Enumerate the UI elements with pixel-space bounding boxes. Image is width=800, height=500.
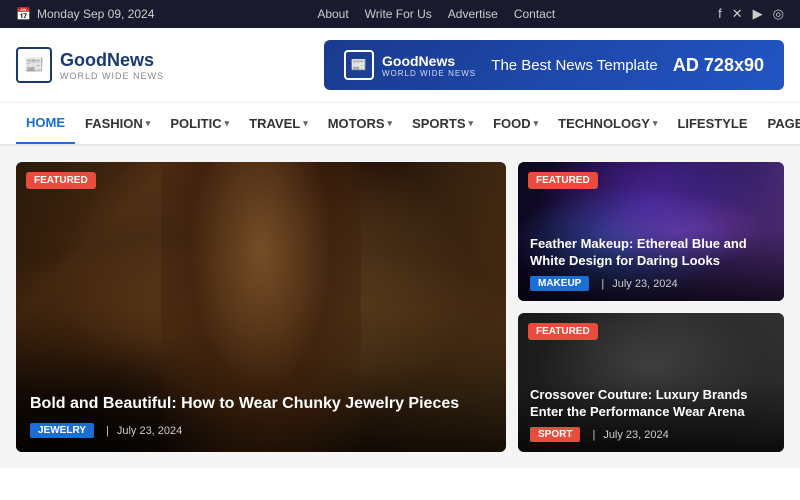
card-date: July 23, 2024 [117, 425, 182, 437]
chevron-down-icon: ▾ [469, 118, 474, 129]
side-card-1-title: Feather Makeup: Ethereal Blue and White … [530, 236, 772, 270]
ad-logo-icon: 📰 [344, 50, 374, 80]
write-for-us-link[interactable]: Write For Us [365, 7, 432, 21]
ad-code: AD 728x90 [673, 55, 764, 76]
card-meta-2: SPORT | July 23, 2024 [530, 427, 772, 442]
main-nav: HOME FASHION ▾ POLITIC ▾ TRAVEL ▾ MOTORS… [0, 103, 800, 146]
chevron-down-icon: ▾ [534, 118, 539, 129]
twitter-x-icon[interactable]: ✕ [732, 6, 743, 22]
ad-tagline: The Best News Template [488, 57, 661, 74]
top-bar-date: 📅 Monday Sep 09, 2024 [16, 7, 154, 21]
date-text: Monday Sep 09, 2024 [37, 7, 154, 21]
category-badge[interactable]: JEWELRY [30, 423, 94, 438]
side-card-2-content: Crossover Couture: Luxury Brands Enter t… [518, 377, 784, 452]
chevron-down-icon: ▾ [388, 118, 393, 129]
nav-food[interactable]: FOOD ▾ [483, 104, 548, 143]
side-cards: Featured Feather Makeup: Ethereal Blue a… [518, 162, 784, 452]
logo[interactable]: 📰 GoodNews WORLD WIDE NEWS [16, 47, 164, 83]
ad-sub: WORLD WIDE NEWS [382, 69, 476, 78]
header: 📰 GoodNews WORLD WIDE NEWS 📰 GoodNews WO… [0, 28, 800, 103]
nav-politic[interactable]: POLITIC ▾ [160, 104, 239, 143]
about-link[interactable]: About [317, 7, 348, 21]
nav-fashion[interactable]: FASHION ▾ [75, 104, 160, 143]
nav-motors[interactable]: MOTORS ▾ [318, 104, 402, 143]
chevron-down-icon: ▾ [146, 118, 151, 129]
ad-banner: 📰 GoodNews WORLD WIDE NEWS The Best News… [324, 40, 784, 90]
featured-side-card-2[interactable]: Featured Crossover Couture: Luxury Brand… [518, 313, 784, 452]
contact-link[interactable]: Contact [514, 7, 555, 21]
big-card-title: Bold and Beautiful: How to Wear Chunky J… [30, 394, 492, 415]
card-date-2: July 23, 2024 [603, 429, 668, 441]
side-card-1-content: Feather Makeup: Ethereal Blue and White … [518, 226, 784, 301]
chevron-down-icon: ▾ [303, 118, 308, 129]
chevron-down-icon: ▾ [225, 118, 230, 129]
top-bar-nav: About Write For Us Advertise Contact [317, 7, 555, 21]
nav-lifestyle[interactable]: LIFESTYLE [667, 104, 757, 143]
nav-sports[interactable]: SPORTS ▾ [402, 104, 483, 143]
social-icons: f ✕ ▶ ◎ [718, 6, 784, 22]
ad-logo: 📰 GoodNews WORLD WIDE NEWS [344, 50, 476, 80]
chevron-down-icon: ▾ [653, 118, 658, 129]
nav-pages[interactable]: PAGES ▾ [758, 104, 800, 143]
calendar-icon: 📅 [16, 7, 31, 21]
nav-technology[interactable]: TECHNOLOGY ▾ [548, 104, 667, 143]
featured-badge-2: Featured [528, 323, 598, 340]
logo-icon: 📰 [16, 47, 52, 83]
featured-big-card[interactable]: Featured Bold and Beautiful: How to Wear… [16, 162, 506, 452]
featured-badge: Featured [26, 172, 96, 189]
facebook-icon[interactable]: f [718, 6, 722, 22]
ad-brand: GoodNews [382, 53, 476, 69]
nav-items: HOME FASHION ▾ POLITIC ▾ TRAVEL ▾ MOTORS… [16, 103, 800, 144]
top-bar: 📅 Monday Sep 09, 2024 About Write For Us… [0, 0, 800, 28]
card-meta: JEWELRY | July 23, 2024 [30, 423, 492, 438]
card-meta-1: MAKEUP | July 23, 2024 [530, 276, 772, 291]
main-content: Featured Bold and Beautiful: How to Wear… [0, 146, 800, 468]
logo-text: GoodNews WORLD WIDE NEWS [60, 50, 164, 81]
nav-home[interactable]: HOME [16, 103, 75, 144]
category-badge-1[interactable]: MAKEUP [530, 276, 589, 291]
logo-brand: GoodNews [60, 50, 164, 71]
side-card-2-title: Crossover Couture: Luxury Brands Enter t… [530, 387, 772, 421]
ad-logo-text: GoodNews WORLD WIDE NEWS [382, 53, 476, 78]
category-badge-2[interactable]: SPORT [530, 427, 580, 442]
advertise-link[interactable]: Advertise [448, 7, 498, 21]
featured-badge-1: Featured [528, 172, 598, 189]
logo-sub: WORLD WIDE NEWS [60, 71, 164, 81]
featured-side-card-1[interactable]: Featured Feather Makeup: Ethereal Blue a… [518, 162, 784, 301]
big-card-content: Bold and Beautiful: How to Wear Chunky J… [16, 380, 506, 452]
youtube-icon[interactable]: ▶ [753, 6, 763, 22]
instagram-icon[interactable]: ◎ [773, 6, 784, 22]
nav-travel[interactable]: TRAVEL ▾ [239, 104, 318, 143]
card-date-1: July 23, 2024 [612, 278, 677, 290]
